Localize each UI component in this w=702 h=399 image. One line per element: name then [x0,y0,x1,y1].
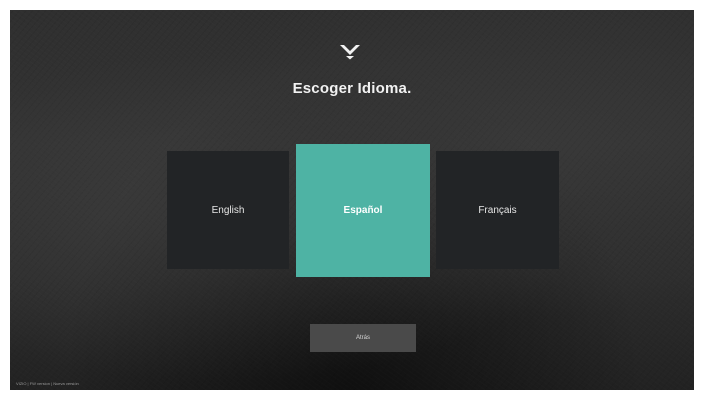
back-button[interactable]: Atrás [310,324,416,352]
footer-version-info: VIZIO | FW version | Nueva versión [16,381,79,386]
language-tile-english[interactable]: English [167,151,289,269]
page-title: Escoger Idioma. [292,80,412,97]
language-label-english: English [211,204,245,216]
language-label-francais: Français [478,204,517,216]
language-selection-screen: Escoger Idioma. English Español Français… [10,10,694,390]
language-label-espanol: Español [343,205,383,216]
back-button-label: Atrás [355,335,370,341]
language-tile-francais[interactable]: Français [436,151,559,269]
language-tile-espanol[interactable]: Español [296,144,430,277]
vizio-chevron-logo-icon [340,45,360,60]
